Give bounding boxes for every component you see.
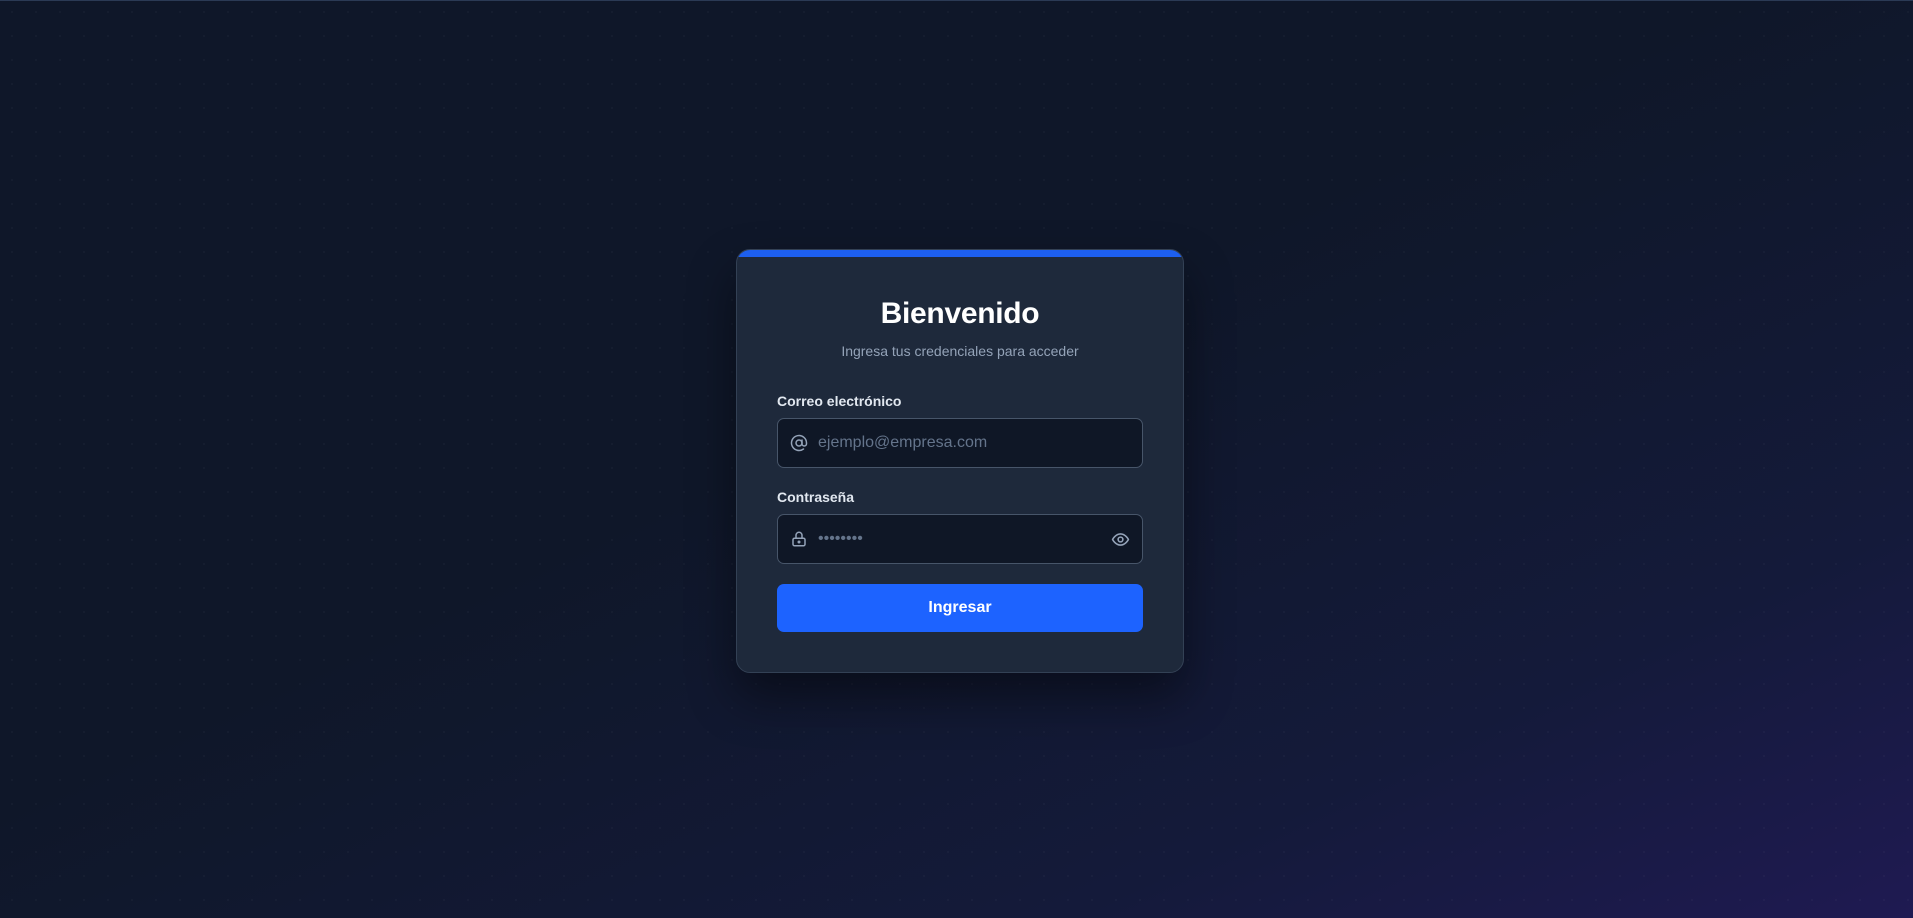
- password-label: Contraseña: [777, 489, 855, 505]
- window-top-border: [0, 0, 1913, 1]
- password-field[interactable]: [777, 514, 1143, 564]
- login-card: Bienvenido Ingresa tus credenciales para…: [736, 249, 1184, 673]
- card-accent-bar: [737, 250, 1183, 257]
- eye-icon[interactable]: [1110, 529, 1130, 549]
- email-field[interactable]: [777, 418, 1143, 468]
- password-input[interactable]: [818, 515, 1108, 563]
- login-title: Bienvenido: [880, 297, 1040, 330]
- at-sign-icon: [790, 434, 808, 452]
- email-label: Correo electrónico: [777, 393, 902, 409]
- submit-button[interactable]: Ingresar: [777, 584, 1143, 632]
- email-input[interactable]: [818, 419, 1108, 467]
- lock-icon: [790, 530, 808, 548]
- login-subtitle: Ingresa tus credenciales para acceder: [841, 343, 1079, 359]
